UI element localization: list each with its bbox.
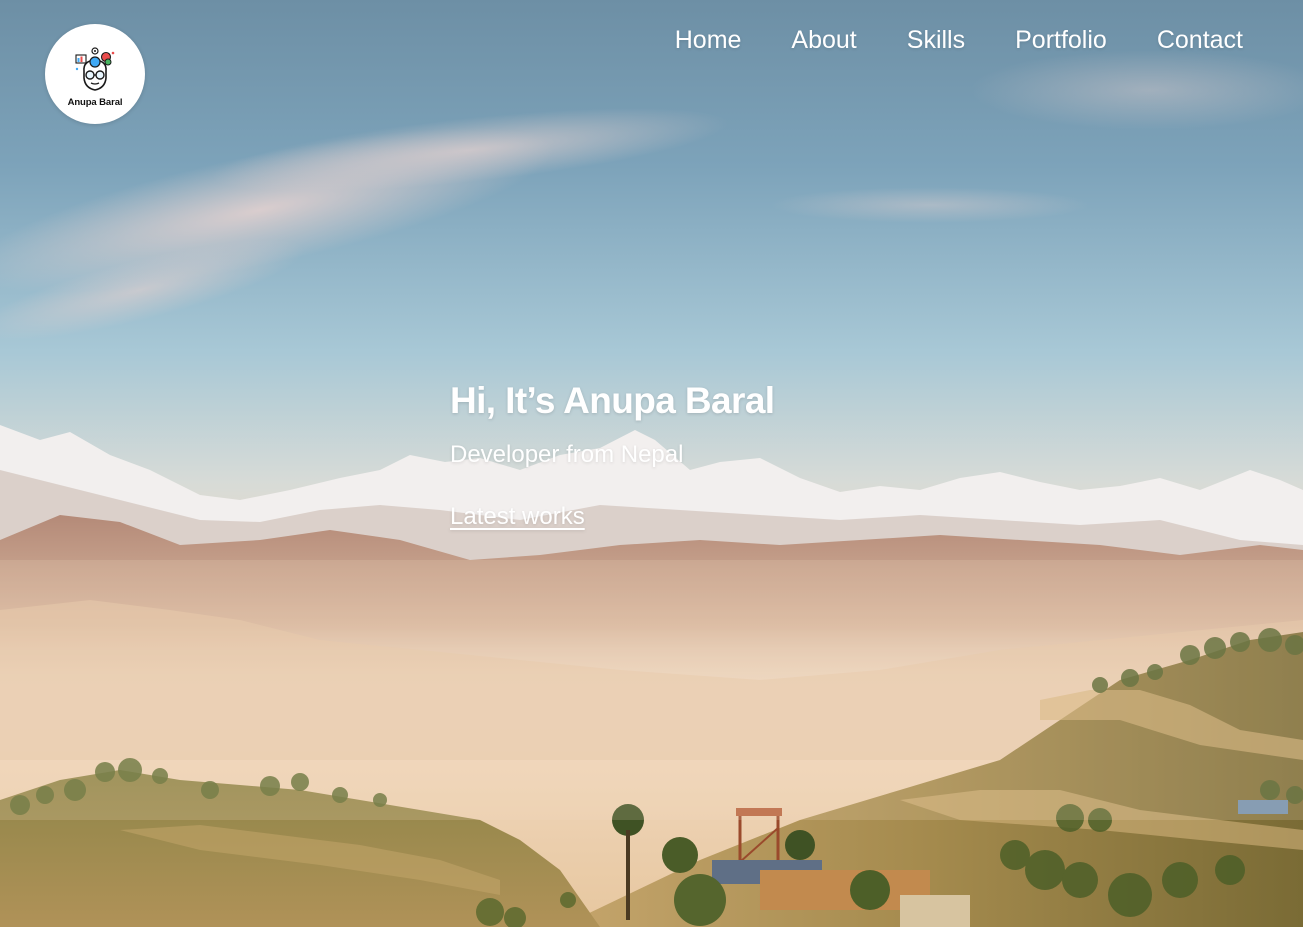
logo-text: Anupa Baral bbox=[67, 96, 123, 108]
nav-item-portfolio[interactable]: Portfolio bbox=[1015, 22, 1107, 58]
hero-subtitle: Developer from Nepal bbox=[450, 441, 684, 468]
nav-item-contact[interactable]: Contact bbox=[1157, 22, 1243, 58]
hero-title: Hi, It’s Anupa Baral bbox=[450, 380, 775, 421]
hero-section: Anupa Baral Home About Skills Portfolio … bbox=[0, 0, 1303, 927]
site-logo[interactable]: Anupa Baral bbox=[45, 24, 145, 124]
latest-works-link[interactable]: Latest works bbox=[450, 502, 585, 532]
nav-item-home[interactable]: Home bbox=[675, 22, 742, 58]
avatar-head-icon bbox=[75, 46, 115, 91]
hero-intro: Hi, It’s Anupa Baral Developer from Nepa… bbox=[450, 378, 775, 532]
main-nav: Home About Skills Portfolio Contact bbox=[675, 22, 1243, 58]
nav-item-about[interactable]: About bbox=[791, 22, 856, 58]
nav-item-skills[interactable]: Skills bbox=[907, 22, 965, 58]
